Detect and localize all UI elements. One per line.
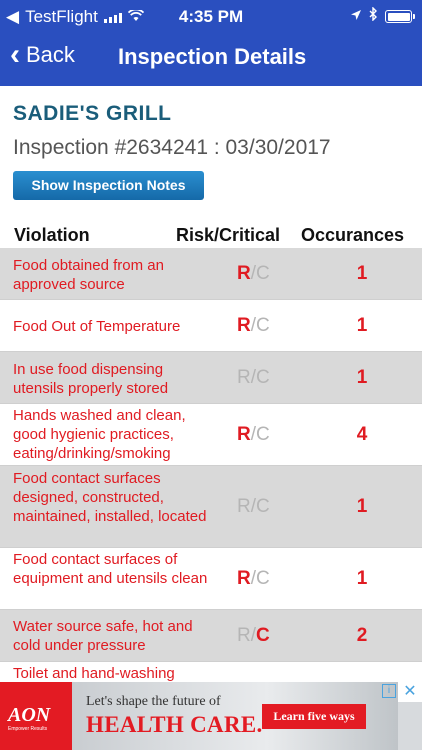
violation-text: Food Out of Temperature bbox=[13, 318, 181, 335]
violation-text: Toilet and hand-washing bbox=[13, 665, 175, 682]
ad-banner[interactable]: AON Empower Results Let's shape the futu… bbox=[0, 682, 422, 750]
risk-letter: R bbox=[237, 568, 251, 589]
occurrence-count: 1 bbox=[356, 315, 368, 336]
violation-text: Food contact surfaces of equipment and u… bbox=[13, 551, 208, 587]
risk-letter: R bbox=[237, 496, 251, 517]
critical-letter: C bbox=[256, 367, 270, 388]
occurrence-count: 1 bbox=[356, 496, 368, 517]
nav-bar: ◀ TestFlight 4:35 PM ‹ Back Inspection D… bbox=[0, 0, 422, 86]
risk-critical-indicator: R/C bbox=[237, 263, 270, 285]
location-arrow-icon bbox=[350, 8, 362, 26]
risk-critical-indicator: R/C bbox=[237, 424, 270, 446]
violations-table[interactable]: Food obtained from an approved source R/… bbox=[0, 248, 422, 702]
bluetooth-icon bbox=[369, 6, 378, 26]
table-row[interactable]: Food contact surfaces designed, construc… bbox=[0, 466, 422, 548]
risk-critical-indicator: R/C bbox=[237, 625, 270, 647]
critical-letter: C bbox=[256, 568, 270, 589]
critical-letter: C bbox=[256, 625, 270, 646]
navigation: ‹ Back Inspection Details bbox=[0, 36, 422, 80]
risk-critical-indicator: R/C bbox=[237, 367, 270, 389]
critical-letter: C bbox=[256, 496, 270, 517]
ad-learn-more-button[interactable]: Learn five ways bbox=[262, 704, 366, 729]
ad-info-icon[interactable]: i bbox=[382, 684, 396, 698]
status-bar: ◀ TestFlight 4:35 PM bbox=[0, 0, 422, 32]
occurrence-count: 4 bbox=[356, 424, 368, 445]
violation-text: Hands washed and clean, good hygienic pr… bbox=[13, 407, 186, 462]
table-row[interactable]: Hands washed and clean, good hygienic pr… bbox=[0, 404, 422, 466]
restaurant-name: SADIE'S GRILL bbox=[13, 102, 172, 125]
table-row[interactable]: Water source safe, hot and cold under pr… bbox=[0, 610, 422, 662]
table-row[interactable]: Food Out of Temperature R/C 1 bbox=[0, 300, 422, 352]
risk-letter: R bbox=[237, 625, 251, 646]
ad-headline-emphasis: HEALTH CARE. bbox=[86, 712, 263, 737]
battery-icon bbox=[385, 10, 415, 23]
risk-critical-indicator: R/C bbox=[237, 568, 270, 590]
occurrence-count: 1 bbox=[356, 568, 368, 589]
occurrence-count: 1 bbox=[356, 263, 368, 284]
risk-letter: R bbox=[237, 424, 251, 445]
ad-headline: Let's shape the future of bbox=[86, 694, 221, 709]
risk-letter: R bbox=[237, 367, 251, 388]
show-inspection-notes-button[interactable]: Show Inspection Notes bbox=[13, 171, 204, 200]
risk-critical-indicator: R/C bbox=[237, 315, 270, 337]
risk-letter: R bbox=[237, 263, 251, 284]
status-right bbox=[350, 6, 415, 26]
column-header-violation: Violation bbox=[14, 225, 90, 245]
ad-brand-name: AON bbox=[8, 704, 51, 726]
ad-brand-tagline: Empower Results bbox=[8, 726, 48, 732]
critical-letter: C bbox=[256, 263, 270, 284]
risk-letter: R bbox=[237, 315, 251, 336]
violation-text: Food obtained from an approved source bbox=[13, 257, 164, 293]
inspection-number-date: Inspection #2634241 : 03/30/2017 bbox=[13, 136, 331, 159]
ad-content[interactable]: Let's shape the future of HEALTH CARE. L… bbox=[72, 682, 398, 750]
violation-text: In use food dispensing utensils properly… bbox=[13, 361, 169, 397]
page-title: Inspection Details bbox=[118, 44, 307, 69]
table-row[interactable]: In use food dispensing utensils properly… bbox=[0, 352, 422, 404]
ad-close-icon[interactable]: ✕ bbox=[398, 682, 422, 702]
column-header-risk-critical: Risk/Critical bbox=[176, 225, 281, 245]
critical-letter: C bbox=[256, 424, 270, 445]
back-label: Back bbox=[26, 42, 75, 67]
risk-critical-indicator: R/C bbox=[237, 496, 270, 518]
violation-text: Water source safe, hot and cold under pr… bbox=[13, 618, 193, 654]
ad-brand-logo: AON Empower Results bbox=[0, 682, 72, 750]
table-row[interactable]: Food contact surfaces of equipment and u… bbox=[0, 548, 422, 610]
violation-text: Food contact surfaces designed, construc… bbox=[13, 470, 207, 525]
back-button[interactable]: ‹ Back bbox=[10, 40, 75, 70]
occurrence-count: 2 bbox=[356, 625, 368, 646]
table-row[interactable]: Food obtained from an approved source R/… bbox=[0, 248, 422, 300]
occurrence-count: 1 bbox=[356, 367, 368, 388]
column-header-occurances: Occurances bbox=[301, 225, 405, 245]
chevron-left-icon: ‹ bbox=[10, 38, 20, 71]
critical-letter: C bbox=[256, 315, 270, 336]
